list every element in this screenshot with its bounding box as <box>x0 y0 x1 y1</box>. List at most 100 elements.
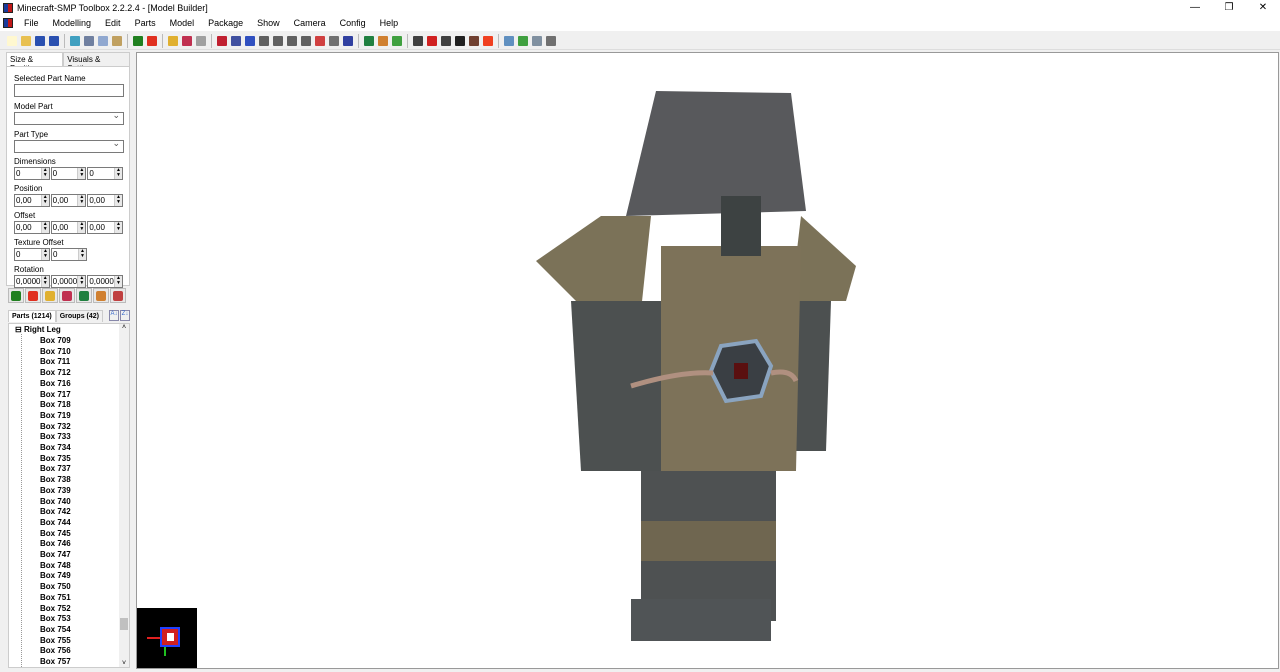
tree-item[interactable]: Box 717 <box>40 390 71 400</box>
spinner-arrows-icon[interactable]: ▲ ▼ <box>77 168 86 179</box>
spinner-arrows-icon[interactable]: ▲ ▼ <box>41 249 49 260</box>
spinner-arrows-icon[interactable]: ▲ ▼ <box>114 195 123 206</box>
mirror-icon[interactable] <box>329 35 339 46</box>
menu-show[interactable]: Show <box>250 18 287 28</box>
rotation-spinner[interactable]: 0,0000 ▲ ▼ <box>14 275 50 288</box>
rotate-x-icon[interactable] <box>259 35 269 46</box>
multi-cube-button[interactable] <box>59 288 75 303</box>
tree-item[interactable]: Box 716 <box>40 379 71 389</box>
menu-parts[interactable]: Parts <box>128 18 163 28</box>
selected-part-name-input[interactable] <box>14 84 124 97</box>
position-spinner[interactable]: 0,00 ▲ ▼ <box>50 194 87 207</box>
texture_offset-value[interactable]: 0 <box>52 250 78 259</box>
sort-descending-icon[interactable]: Z↓ <box>120 310 130 321</box>
tree-item[interactable]: Box 740 <box>40 497 71 507</box>
tree-item[interactable]: Box 711 <box>40 357 70 367</box>
tree-item[interactable]: Box 754 <box>40 625 71 635</box>
spinner-arrows-icon[interactable]: ▲ ▼ <box>114 168 123 179</box>
move-z-icon[interactable] <box>245 35 255 46</box>
rotate-y-icon[interactable] <box>273 35 283 46</box>
offset-spinner[interactable]: 0,00 ▲ ▼ <box>14 221 50 234</box>
menu-modelling[interactable]: Modelling <box>46 18 99 28</box>
spinner-arrows-icon[interactable]: ▲ ▼ <box>77 195 86 206</box>
close-x-icon[interactable] <box>413 35 423 46</box>
maximize-button[interactable]: ❐ <box>1212 2 1246 13</box>
tree-item[interactable]: Box 755 <box>40 636 71 646</box>
center-icon[interactable] <box>343 35 353 46</box>
menu-camera[interactable]: Camera <box>287 18 333 28</box>
red-cube-icon[interactable] <box>147 35 157 46</box>
rotation-value[interactable]: 0,0000 <box>52 277 78 286</box>
paint-icon[interactable] <box>392 35 402 46</box>
robot-icon[interactable] <box>546 35 556 46</box>
tree-item[interactable]: Box 747 <box>40 550 71 560</box>
document-icon[interactable] <box>70 35 80 46</box>
tree-item[interactable]: Box 742 <box>40 507 71 517</box>
tree-item[interactable]: Box 733 <box>40 432 71 442</box>
delete-icon[interactable] <box>196 35 206 46</box>
tree-item[interactable]: Box 710 <box>40 347 71 357</box>
offset-spinner[interactable]: 0,00 ▲ ▼ <box>50 221 87 234</box>
tab-groups[interactable]: Groups (42) <box>55 310 103 322</box>
spinner-arrows-icon[interactable]: ▲ ▼ <box>40 195 49 206</box>
position-value[interactable]: 0,00 <box>88 196 114 205</box>
offset-spinner[interactable]: 0,00 ▲ ▼ <box>87 221 124 234</box>
minimize-button[interactable]: — <box>1178 2 1212 13</box>
3d-viewport[interactable] <box>136 52 1279 669</box>
tree-item[interactable]: Box 709 <box>40 336 71 346</box>
brush-icon[interactable] <box>378 35 388 46</box>
add-cube-button[interactable] <box>8 288 24 303</box>
spinner-arrows-icon[interactable]: ▲ ▼ <box>40 168 49 179</box>
paste-icon[interactable] <box>112 35 122 46</box>
spinner-arrows-icon[interactable]: ▲ ▼ <box>40 222 49 233</box>
move-x-icon[interactable] <box>217 35 227 46</box>
texture-icon[interactable] <box>364 35 374 46</box>
rotation-value[interactable]: 0,0000 <box>15 277 41 286</box>
eraser-icon[interactable] <box>315 35 325 46</box>
document-icon[interactable] <box>3 18 13 28</box>
dimensions-value[interactable]: 0 <box>88 169 114 178</box>
close-button[interactable]: ✕ <box>1246 2 1280 13</box>
dimensions-spinner[interactable]: 0 ▲ ▼ <box>14 167 50 180</box>
rotation-spinner[interactable]: 0,0000 ▲ ▼ <box>50 275 87 288</box>
rotate-icon[interactable] <box>301 35 311 46</box>
tree-item[interactable]: Box 750 <box>40 582 71 592</box>
move-y-icon[interactable] <box>231 35 241 46</box>
edit-pencil-button[interactable] <box>42 288 58 303</box>
menu-config[interactable]: Config <box>333 18 373 28</box>
spinner-arrows-icon[interactable]: ▲ ▼ <box>114 222 123 233</box>
burst-icon[interactable] <box>483 35 493 46</box>
position-value[interactable]: 0,00 <box>15 196 41 205</box>
tree-item[interactable]: Box 751 <box>40 593 71 603</box>
tree-item[interactable]: Box 732 <box>40 422 71 432</box>
rotation-spinner[interactable]: 0,0000 ▲ ▼ <box>87 275 124 288</box>
tree-item[interactable]: Box 739 <box>40 486 71 496</box>
tree-item[interactable]: Box 744 <box>40 518 71 528</box>
scroll-up-icon[interactable]: ˄ <box>119 324 129 331</box>
dimensions-spinner[interactable]: 0 ▲ ▼ <box>87 167 124 180</box>
texture_offset-value[interactable]: 0 <box>15 250 41 259</box>
tab-parts[interactable]: Parts (1214) <box>8 310 56 322</box>
copy-icon[interactable] <box>98 35 108 46</box>
multi-cube-icon[interactable] <box>182 35 192 46</box>
position-value[interactable]: 0,00 <box>52 196 78 205</box>
rotation-value[interactable]: 0,0000 <box>88 277 114 286</box>
tree-item[interactable]: Box 745 <box>40 529 71 539</box>
scroll-thumb[interactable] <box>120 618 128 630</box>
new-icon[interactable] <box>7 35 17 46</box>
menu-file[interactable]: File <box>17 18 46 28</box>
tree-item[interactable]: Box 753 <box>40 614 71 624</box>
tree-item[interactable]: Box 712 <box>40 368 71 378</box>
bottle-icon[interactable] <box>441 35 451 46</box>
tree-item[interactable]: Box 752 <box>40 604 71 614</box>
tree-item[interactable]: Box 748 <box>40 561 71 571</box>
scroll-down-icon[interactable]: ˅ <box>119 660 129 667</box>
dimensions-value[interactable]: 0 <box>15 169 41 178</box>
cut-icon[interactable] <box>84 35 94 46</box>
red-block-icon[interactable] <box>427 35 437 46</box>
tab-visuals-settings[interactable]: Visuals & Settings <box>63 52 130 73</box>
spinner-arrows-icon[interactable]: ▲ ▼ <box>77 276 86 287</box>
tree-item[interactable]: Box 756 <box>40 646 71 656</box>
add-red-cube-button[interactable] <box>25 288 41 303</box>
sort-ascending-icon[interactable]: A↓ <box>109 310 119 321</box>
